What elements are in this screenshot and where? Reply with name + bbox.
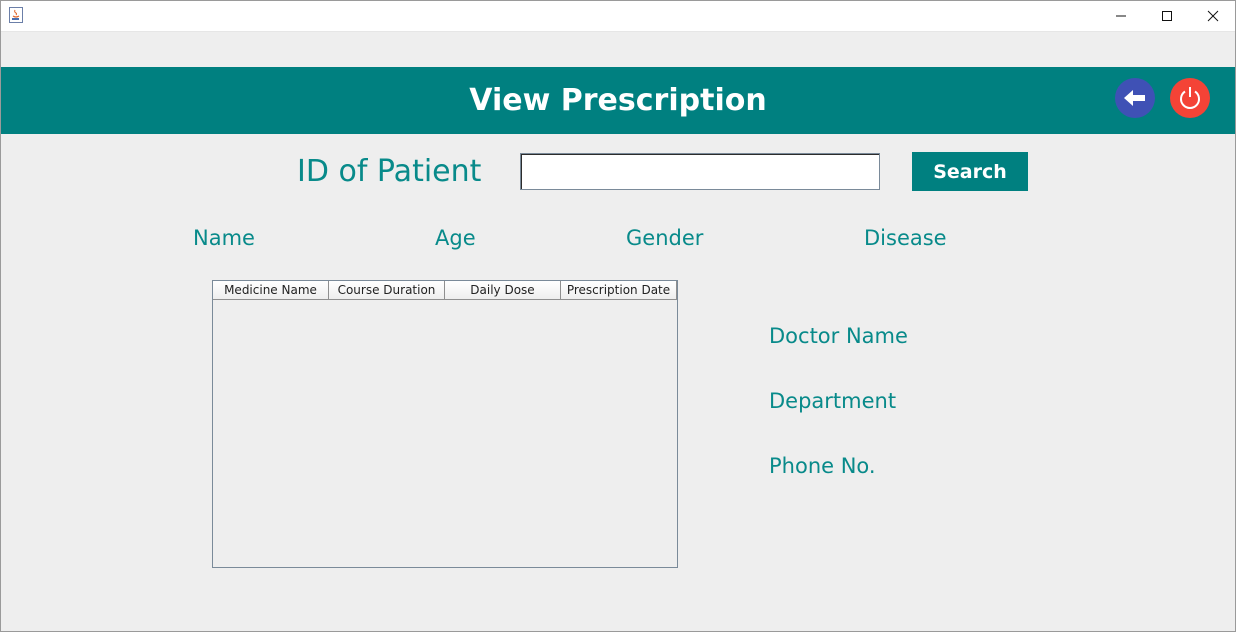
table-body[interactable] — [213, 301, 677, 567]
patient-id-label: ID of Patient — [297, 154, 482, 189]
page-title: View Prescription — [469, 83, 767, 118]
arrow-left-icon — [1124, 90, 1145, 106]
close-button[interactable] — [1190, 0, 1236, 31]
window-titlebar — [0, 0, 1236, 32]
power-icon — [1180, 87, 1200, 109]
patient-age-label: Age — [435, 226, 476, 250]
department-label: Department — [769, 389, 897, 413]
doctor-name-label: Doctor Name — [769, 324, 908, 348]
column-header-course-duration[interactable]: Course Duration — [329, 281, 445, 300]
back-button[interactable] — [1115, 78, 1155, 118]
column-header-prescription-date[interactable]: Prescription Date — [561, 281, 677, 300]
patient-gender-label: Gender — [626, 226, 704, 250]
table-header: Medicine Name Course Duration Daily Dose… — [213, 281, 677, 301]
patient-id-input[interactable] — [520, 153, 880, 190]
minimize-button[interactable] — [1098, 0, 1144, 31]
column-header-medicine-name[interactable]: Medicine Name — [213, 281, 329, 300]
maximize-icon — [1162, 10, 1172, 21]
minimize-icon — [1116, 15, 1126, 16]
java-cup-icon — [9, 7, 23, 23]
header-bar: View Prescription — [1, 67, 1235, 134]
prescription-table[interactable]: Medicine Name Course Duration Daily Dose… — [212, 280, 678, 568]
power-button[interactable] — [1170, 78, 1210, 118]
search-button[interactable]: Search — [912, 152, 1028, 191]
close-icon — [1207, 10, 1219, 21]
patient-disease-label: Disease — [864, 226, 947, 250]
maximize-button[interactable] — [1144, 0, 1190, 31]
column-header-daily-dose[interactable]: Daily Dose — [445, 281, 561, 300]
phone-label: Phone No. — [769, 454, 876, 478]
patient-name-label: Name — [193, 226, 255, 250]
